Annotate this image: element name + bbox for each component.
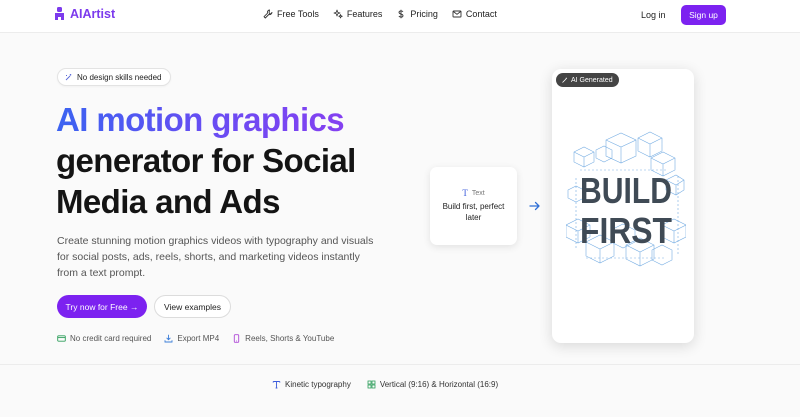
ai-generated-label: AI Generated [571,76,613,84]
type-icon [272,381,281,389]
bottom-feature-formats-label: Vertical (9:16) & Horizontal (16:9) [379,380,499,389]
hero-pill-label: No design skills needed [77,72,162,82]
phone-icon [234,334,240,343]
feature-reels-shorts-label: Reels, Shorts & YouTube [245,334,335,343]
feature-no-credit-card: No credit card required [57,334,151,343]
hero-title-rest: generator for Social Media and Ads [56,142,356,220]
logo[interactable]: AIArtist [54,7,115,21]
view-examples-button[interactable]: View examples [154,295,231,318]
hero-pill: No design skills needed [57,68,171,86]
try-now-button[interactable]: Try now for Free → [57,295,147,318]
mail-icon [452,10,462,18]
login-link[interactable]: Log in [641,10,666,20]
art-word-first: FIRST [580,210,672,251]
text-card-body: Build first, perfect later [442,202,505,222]
bottom-feature-formats: Vertical (9:16) & Horizontal (16:9) [367,380,498,389]
build-first-artwork: BUILD FIRST [566,131,686,267]
hero-description: Create stunning motion graphics videos w… [57,235,374,279]
nav-contact[interactable]: Contact [452,9,497,19]
nav-contact-label: Contact [465,9,497,19]
signup-button[interactable]: Sign up [681,5,726,25]
hero-title: AI motion graphics generator for Social … [56,99,376,222]
build-first-text: BUILD FIRST [580,170,672,251]
sparkle-icon [65,73,72,80]
nav-free-tools-label: Free Tools [277,9,319,19]
nav-pricing[interactable]: Pricing [396,9,438,19]
sparkle-icon [562,77,567,83]
arrow-right-icon [529,201,540,211]
feature-reels-shorts: Reels, Shorts & YouTube [232,334,334,343]
credit-card-icon [57,335,66,342]
dollar-icon [398,9,404,19]
nav-free-tools[interactable]: Free Tools [263,9,319,19]
download-icon [164,334,173,343]
logo-icon [55,7,64,20]
bottom-features: Kinetic typography Vertical (9:16) & Hor… [272,380,498,389]
wrench-icon [263,9,273,19]
feature-export-mp4: Export MP4 [164,334,219,343]
text-card-heading-row: T Text [430,188,517,198]
ai-generated-badge: AI Generated [556,73,619,87]
section-divider [0,364,800,365]
text-input-card: T Text Build first, perfect later [430,167,517,245]
hero-features: No credit card required Export MP4 Reels… [57,334,334,343]
main-nav: Free Tools Features Pricing Contact [263,9,497,19]
nav-features-label: Features [346,9,383,19]
hero-title-highlight: AI motion graphics [56,99,376,140]
site-header: AIArtist Free Tools Features Pricing Con… [0,0,800,33]
text-card-heading: Text [471,189,485,197]
feature-export-mp4-label: Export MP4 [177,334,220,343]
feature-no-credit-card-label: No credit card required [70,334,152,343]
nav-pricing-label: Pricing [410,9,438,19]
grid-icon [367,380,376,389]
art-word-build: BUILD [580,170,672,211]
type-icon: T [462,188,468,198]
sparkles-icon [333,9,343,19]
logo-text: AIArtist [70,7,116,21]
bottom-feature-kinetic-label: Kinetic typography [285,380,351,389]
nav-features[interactable]: Features [333,9,383,19]
bottom-feature-kinetic: Kinetic typography [272,380,351,389]
